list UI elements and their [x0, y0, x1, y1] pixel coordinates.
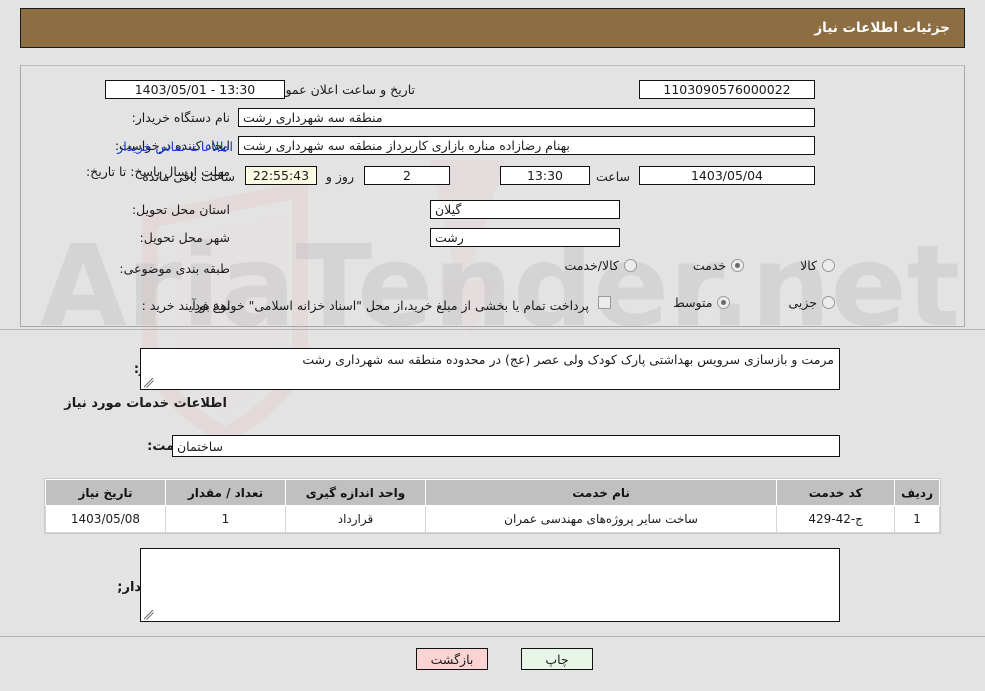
column-header-index: ردیف: [894, 479, 940, 506]
radio-icon[interactable]: [717, 296, 731, 309]
print-button[interactable]: چاپ: [521, 648, 593, 670]
category-option-kala[interactable]: کالا: [800, 258, 835, 273]
radio-icon[interactable]: [822, 259, 835, 272]
description-value: مرمت و بازسازی سرویس بهداشتی پارک کودک و…: [302, 352, 834, 367]
table-row[interactable]: 1 ج-42-429 ساخت سایر پروژه‌های مهندسی عم…: [45, 505, 940, 533]
province-field[interactable]: گیلان: [430, 200, 620, 219]
buyer-org-field[interactable]: منطقه سه شهرداری رشت: [238, 108, 815, 127]
radio-icon[interactable]: [822, 296, 835, 309]
category-option-khedmat[interactable]: خدمت: [692, 258, 745, 273]
category-option-kala-khedmat[interactable]: کالا/خدمت: [564, 258, 637, 273]
treasury-note: پرداخت تمام یا بخشی از مبلغ خرید،از محل …: [190, 298, 589, 313]
section-divider-bottom: [0, 636, 985, 637]
radio-icon[interactable]: [623, 259, 637, 272]
buyer-org-label: نام دستگاه خریدار:: [131, 110, 230, 125]
cell-code: ج-42-429: [776, 505, 896, 533]
deadline-time-field[interactable]: 13:30: [500, 166, 590, 185]
table-header-row: ردیف کد خدمت نام خدمت واحد اندازه گیری ت…: [45, 479, 940, 506]
process-option-label: جزیی: [788, 295, 817, 310]
city-label-wrap: شهر محل تحویل:: [140, 230, 230, 245]
category-option-label: کالا: [800, 258, 817, 273]
remaining-time-label: ساعت باقی مانده: [142, 169, 235, 184]
process-option-label: متوسط: [673, 295, 713, 310]
remaining-time-field: 22:55:43: [245, 166, 317, 185]
province-label: استان محل تحویل:: [131, 202, 230, 217]
creator-field[interactable]: بهنام رضازاده مناره بازاری کاربرداز منطق…: [238, 136, 815, 155]
public-announce-label-wrap: تاریخ و ساعت اعلان عمومی:: [264, 82, 415, 97]
column-header-date: تاریخ نیاز: [45, 479, 166, 506]
buyer-notes-textarea[interactable]: [140, 548, 840, 622]
public-announce-field[interactable]: 1403/05/01 - 13:30: [105, 80, 285, 99]
cell-date: 1403/05/08: [45, 505, 166, 533]
services-table: ردیف کد خدمت نام خدمت واحد اندازه گیری ت…: [44, 478, 941, 534]
city-field[interactable]: رشت: [430, 228, 620, 247]
remaining-days-label: روز و: [325, 169, 354, 184]
resize-grip-icon[interactable]: [144, 610, 154, 620]
services-section-heading: اطلاعات خدمات مورد نیاز: [64, 396, 227, 411]
city-label: شهر محل تحویل:: [139, 230, 230, 245]
treasury-checkbox[interactable]: [598, 296, 611, 309]
buyer-contact-link[interactable]: اطلاعات تماس خریدار: [117, 139, 233, 154]
back-button[interactable]: بازگشت: [416, 648, 488, 670]
process-radio-group: جزیی متوسط: [673, 295, 835, 310]
cell-quantity: 1: [165, 505, 286, 533]
column-header-unit: واحد اندازه گیری: [285, 479, 426, 506]
deadline-time-label: ساعت: [595, 169, 630, 184]
buyer-org-label-wrap: نام دستگاه خریدار:: [132, 110, 230, 125]
deadline-date-field[interactable]: 1403/05/04: [639, 166, 815, 185]
need-details-page: جزئیات اطلاعات نیاز AriaTender.net شماره…: [0, 0, 985, 691]
remaining-days-field[interactable]: 2: [364, 166, 450, 185]
category-label-wrap: طبقه بندی موضوعی:: [119, 261, 230, 276]
resize-grip-icon[interactable]: [144, 378, 154, 388]
category-label: طبقه بندی موضوعی:: [119, 261, 230, 276]
service-group-field[interactable]: ساختمان: [172, 435, 840, 457]
category-option-label: کالا/خدمت: [564, 258, 619, 273]
cell-index: 1: [894, 505, 940, 533]
description-textarea[interactable]: مرمت و بازسازی سرویس بهداشتی پارک کودک و…: [140, 348, 840, 390]
page-header-bar: جزئیات اطلاعات نیاز: [20, 8, 965, 48]
cell-name: ساخت سایر پروژه‌های مهندسی عمران: [424, 505, 778, 533]
public-announce-label: تاریخ و ساعت اعلان عمومی:: [264, 82, 415, 97]
radio-icon[interactable]: [731, 259, 745, 272]
page-title: جزئیات اطلاعات نیاز: [814, 20, 950, 36]
need-info-panel: [20, 65, 965, 327]
category-radio-group: کالا خدمت کالا/خدمت: [240, 258, 835, 273]
column-header-quantity: تعداد / مقدار: [165, 479, 286, 506]
column-header-code: کد خدمت: [776, 479, 896, 506]
province-label-wrap: استان محل تحویل:: [132, 202, 230, 217]
column-header-name: نام خدمت: [424, 479, 778, 506]
category-option-label: خدمت: [692, 258, 727, 273]
need-number-field[interactable]: 1103090576000022: [639, 80, 815, 99]
section-divider-top: [0, 329, 985, 330]
cell-unit: قرارداد: [285, 505, 426, 533]
process-option-jozii[interactable]: جزیی: [788, 295, 835, 310]
process-option-motevaset[interactable]: متوسط: [673, 295, 731, 310]
